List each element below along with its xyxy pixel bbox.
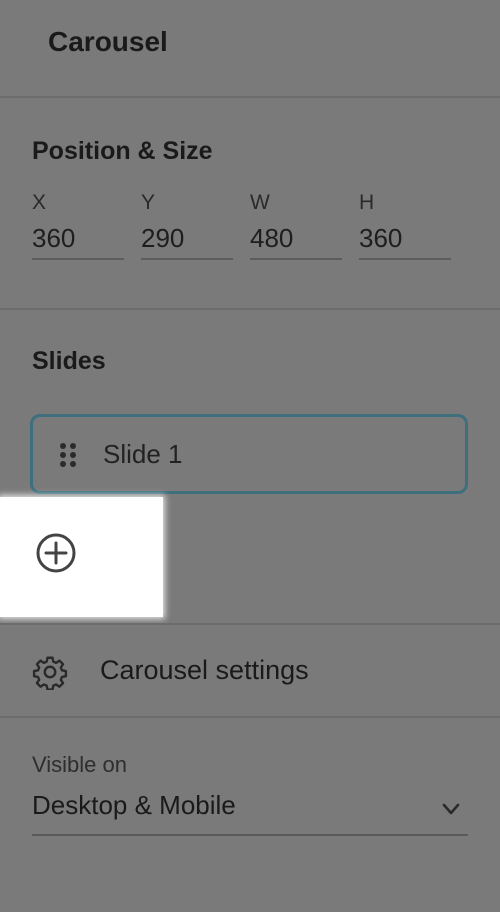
visible-on-value: Desktop & Mobile [32,790,236,820]
field-y-label: Y [141,191,156,214]
field-h: H 360 [359,190,451,260]
chevron-down-icon [442,803,460,815]
w-input[interactable]: 480 [250,220,342,260]
slides-heading: Slides [32,347,106,375]
divider [0,96,500,98]
plus-circle-icon [36,533,76,573]
h-input[interactable]: 360 [359,220,451,260]
field-w: W 480 [250,190,342,260]
slide-item[interactable]: Slide 1 [30,414,468,494]
divider [0,623,500,625]
add-slide-button[interactable] [0,497,163,617]
slide-label: Slide 1 [103,439,183,469]
field-h-label: H [359,191,375,214]
divider [0,716,500,718]
visible-on-select[interactable]: Desktop & Mobile [32,788,468,836]
gear-icon [32,656,68,690]
visible-on-label: Visible on [32,752,127,777]
field-y: Y 290 [141,190,233,260]
panel-title: Carousel [48,26,168,57]
field-x-label: X [32,191,47,214]
drag-handle-icon[interactable] [59,442,77,468]
carousel-settings-label: Carousel settings [100,655,309,685]
position-size-heading: Position & Size [32,137,213,165]
field-x: X 360 [32,190,124,260]
y-input[interactable]: 290 [141,220,233,260]
x-input[interactable]: 360 [32,220,124,260]
carousel-settings-button[interactable]: Carousel settings [0,626,500,716]
field-w-label: W [250,191,270,214]
divider [0,308,500,310]
